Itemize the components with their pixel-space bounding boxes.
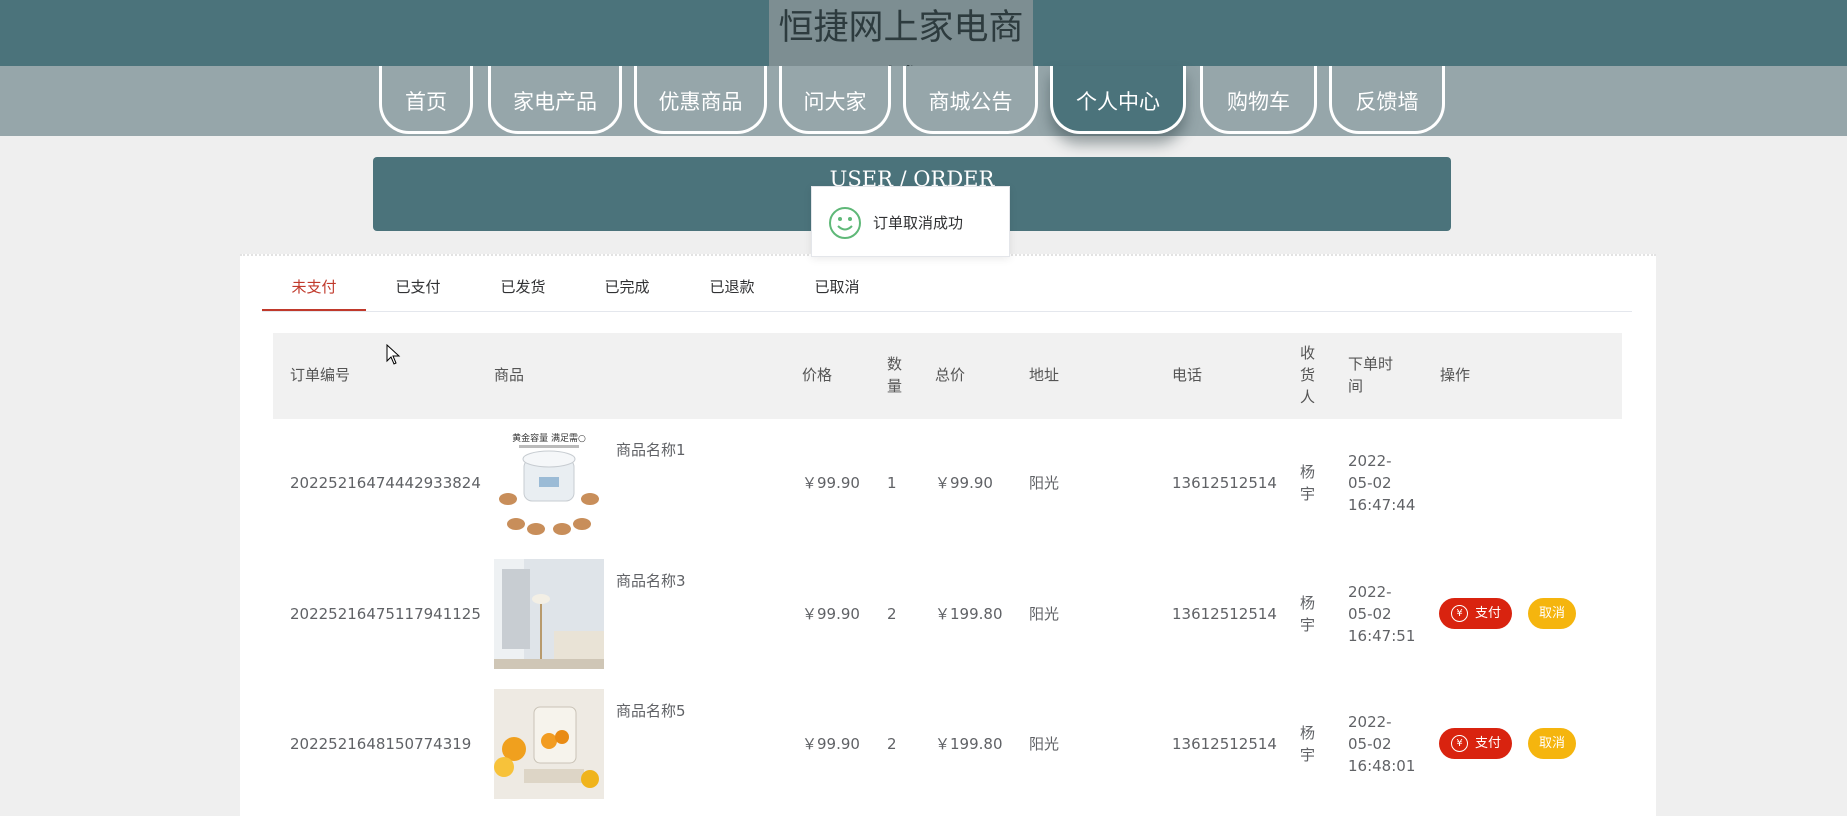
header-actions: 操作 (1440, 366, 1471, 384)
header-total: 总价 (935, 366, 966, 384)
image-caption: 黄金容量 满足需○ (512, 432, 586, 444)
receiver-2: 宇 (1300, 485, 1316, 503)
header-receiver-2: 货 (1300, 366, 1316, 384)
tab-completed[interactable]: 已完成 (575, 266, 679, 311)
header-time-2: 间 (1348, 377, 1364, 395)
cancel-button[interactable]: 取消 (1528, 598, 1576, 629)
order-time-2: 05-02 (1348, 735, 1392, 753)
product-image[interactable]: 黄金容量 满足需○ (494, 429, 604, 539)
order-status-tabs: 未支付 已支付 已发货 已完成 已退款 已取消 (262, 266, 1632, 312)
receiver-1: 杨 (1300, 463, 1316, 481)
price: ￥99.90 (802, 735, 860, 753)
header-qty-1: 数 (887, 355, 903, 373)
pay-button[interactable]: ¥ 支付 (1439, 598, 1512, 629)
total-price: ￥199.80 (935, 735, 1003, 753)
address: 阳光 (1029, 735, 1060, 753)
order-time-1: 2022- (1348, 452, 1392, 470)
tab-shipped[interactable]: 已发货 (471, 266, 575, 311)
receiver-2: 宇 (1300, 616, 1316, 634)
tab-cancelled[interactable]: 已取消 (785, 266, 889, 311)
nav-item-feedback[interactable]: 反馈墙 (1329, 66, 1445, 134)
product-image[interactable] (494, 689, 604, 799)
pay-button-label: 支付 (1475, 606, 1502, 621)
success-toast: 订单取消成功 (811, 186, 1010, 257)
header-price: 价格 (802, 366, 833, 384)
pay-button[interactable]: ¥ 支付 (1439, 728, 1512, 759)
tab-paid[interactable]: 已支付 (366, 266, 470, 311)
yen-icon: ¥ (1451, 605, 1468, 622)
mouse-cursor-icon (386, 344, 401, 365)
tab-refunded[interactable]: 已退款 (680, 266, 784, 311)
total-price: ￥199.80 (935, 605, 1003, 623)
pay-button-label: 支付 (1475, 736, 1502, 751)
toast-message: 订单取消成功 (873, 214, 964, 232)
order-number: 20225216474442933824 (290, 474, 481, 492)
order-time-3: 16:47:44 (1348, 496, 1416, 514)
price: ￥99.90 (802, 605, 860, 623)
order-time-2: 05-02 (1348, 605, 1392, 623)
product-name[interactable]: 商品名称5 (616, 700, 686, 722)
nav-item-announcements[interactable]: 商城公告 (903, 66, 1038, 134)
tab-unpaid[interactable]: 未支付 (262, 266, 366, 311)
yen-icon: ¥ (1451, 735, 1468, 752)
phone: 13612512514 (1172, 474, 1277, 492)
nav-item-appliances[interactable]: 家电产品 (488, 66, 622, 134)
order-time-1: 2022- (1348, 713, 1392, 731)
cancel-button[interactable]: 取消 (1528, 728, 1576, 759)
header-address: 地址 (1029, 366, 1060, 384)
phone: 13612512514 (1172, 735, 1277, 753)
quantity: 1 (887, 474, 897, 492)
receiver-2: 宇 (1300, 746, 1316, 764)
phone: 13612512514 (1172, 605, 1277, 623)
price: ￥99.90 (802, 474, 860, 492)
quantity: 2 (887, 605, 897, 623)
header-order-no: 订单编号 (290, 366, 351, 384)
smile-icon (829, 207, 861, 239)
header-receiver-3: 人 (1300, 388, 1316, 406)
header-qty-2: 量 (887, 377, 903, 395)
total-price: ￥99.90 (935, 474, 993, 492)
order-time-3: 16:48:01 (1348, 757, 1416, 775)
address: 阳光 (1029, 474, 1060, 492)
order-time-2: 05-02 (1348, 474, 1392, 492)
product-name[interactable]: 商品名称1 (616, 439, 686, 461)
product-name[interactable]: 商品名称3 (616, 570, 686, 592)
receiver-1: 杨 (1300, 724, 1316, 742)
quantity: 2 (887, 735, 897, 753)
header-product: 商品 (494, 366, 525, 384)
nav-item-discounts[interactable]: 优惠商品 (634, 66, 767, 134)
receiver-1: 杨 (1300, 594, 1316, 612)
order-time-1: 2022- (1348, 583, 1392, 601)
site-title: 恒捷网上家电商城 (769, 0, 1033, 104)
product-image[interactable] (494, 559, 604, 669)
order-number: 2022521648150774319 (290, 735, 472, 753)
nav-item-home[interactable]: 首页 (379, 66, 473, 134)
header-time-1: 下单时 (1348, 355, 1394, 373)
header-receiver-1: 收 (1300, 344, 1316, 362)
nav-item-ask[interactable]: 问大家 (779, 66, 891, 134)
order-time-3: 16:47:51 (1348, 627, 1416, 645)
nav-item-cart[interactable]: 购物车 (1200, 66, 1317, 134)
header-phone: 电话 (1172, 366, 1203, 384)
address: 阳光 (1029, 605, 1060, 623)
nav-item-user-center[interactable]: 个人中心 (1050, 66, 1186, 134)
order-number: 20225216475117941125 (290, 605, 481, 623)
